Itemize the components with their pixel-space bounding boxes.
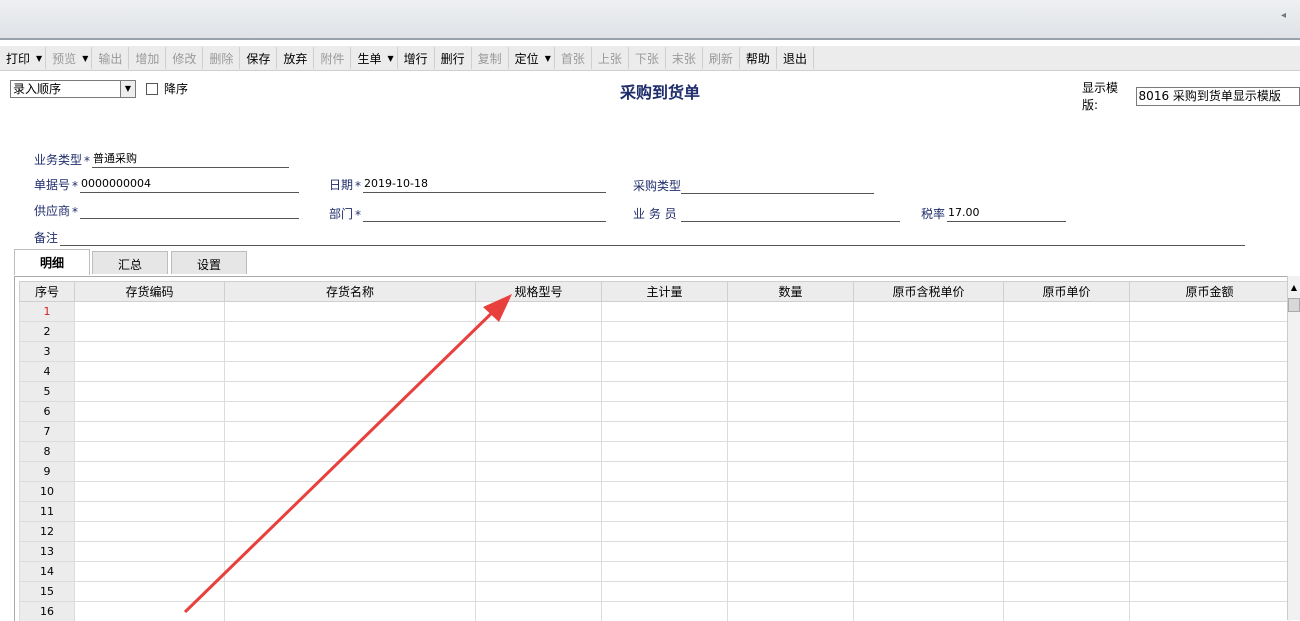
- annotation-arrow: [0, 0, 1300, 620]
- annotation-arrow-shaft: [185, 305, 500, 612]
